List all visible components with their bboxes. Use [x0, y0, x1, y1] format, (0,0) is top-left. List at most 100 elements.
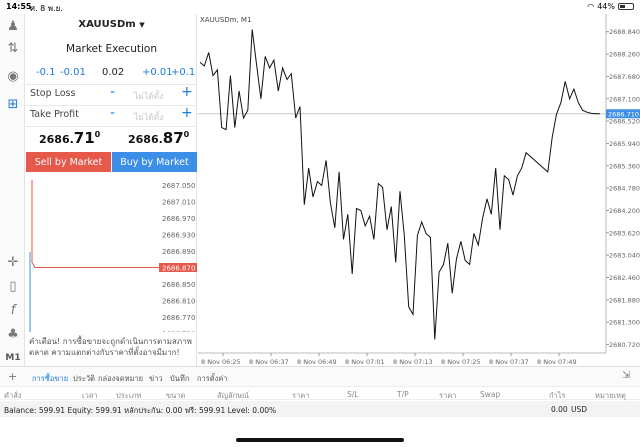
depth-tick-label: 2686.810 — [162, 298, 195, 306]
status-bar: 14:55 ศ. 8 พ.ย. ◠ 44% — [0, 0, 640, 14]
y-tick-label: 2683.040 — [609, 252, 640, 260]
x-tick-label: 8 Nov 07:37 — [489, 358, 529, 366]
balance-row: Balance: 599.91 Equity: 599.91 หลักประกั… — [0, 401, 640, 417]
y-tick-label: 2684.780 — [609, 185, 640, 193]
ask-price-point: 0 — [183, 130, 190, 139]
volume-minus-0.1-button[interactable]: -0.1 — [36, 67, 56, 78]
y-tick-label: 2681.300 — [609, 319, 640, 327]
sell-by-market-button[interactable]: Sell by Market — [26, 152, 111, 172]
y-tick-label: 2684.200 — [609, 207, 640, 215]
status-right: ◠ 44% — [587, 2, 634, 11]
column-tp: T/P — [397, 390, 409, 399]
trade-table-header: คำสั่ง เวลา ประเภท ขนาด สัญลักษณ์ ราคา S… — [0, 386, 640, 400]
volume-minus-0.01-button[interactable]: -0.01 — [60, 67, 86, 78]
chart-title: XAUUSDm, M1 — [200, 16, 251, 24]
bid-price-pips: 71 — [73, 129, 95, 147]
volume-value[interactable]: 0.02 — [102, 67, 124, 78]
left-toolbar: ♟ ⇅ ◉ ⊞ ✛ ▯ f ♣ M1 — [0, 14, 25, 366]
trade-arrows-icon[interactable]: ⇅ — [3, 38, 23, 58]
execution-type[interactable]: Market Execution — [26, 43, 197, 55]
bid-price: 2686.710 — [39, 129, 100, 147]
home-indicator[interactable] — [236, 438, 404, 442]
currency: USD — [571, 405, 588, 414]
take-profit-minus-button[interactable]: - — [110, 105, 115, 121]
symbol-selector[interactable]: XAUUSDm ▼ — [26, 19, 197, 30]
column-swap: Swap — [480, 390, 501, 399]
ask-price-pips: 87 — [162, 129, 184, 147]
battery-level — [620, 5, 626, 8]
chart-canvas[interactable]: XAUUSDm, M1 2688.840 2688.260 2687.680 2687.… — [198, 14, 640, 366]
stop-loss-minus-button[interactable]: - — [110, 84, 115, 100]
y-tick-label: 2687.680 — [609, 73, 640, 81]
tab-journal[interactable]: บันทึก — [170, 373, 189, 385]
bottom-tab-bar: + การซื้อขาย ประวัติ กล่องจดหมาย ข่าว บั… — [0, 366, 640, 386]
timeframe-button[interactable]: M1 — [3, 348, 23, 368]
battery-percent: 44% — [597, 2, 615, 11]
tick-chart: 2687.050 2687.010 2686.970 2686.930 2686.890… — [29, 180, 197, 333]
stop-loss-input[interactable]: ไม่ได้ตั้ง — [134, 89, 163, 103]
depth-tick-label: 2686.850 — [162, 281, 195, 289]
crosshair-icon[interactable]: ✛ — [3, 252, 23, 272]
chevron-down-icon: ▼ — [139, 21, 145, 29]
buy-by-market-button[interactable]: Buy by Market — [112, 152, 197, 172]
tab-mailbox[interactable]: กล่องจดหมาย — [98, 373, 143, 385]
indicators-icon[interactable]: f — [3, 300, 23, 320]
y-tick-label: 2688.260 — [609, 51, 640, 59]
take-profit-input[interactable]: ไม่ได้ตั้ง — [134, 110, 163, 124]
x-tick-label: 8 Nov 07:49 — [537, 358, 577, 366]
ask-line — [31, 180, 159, 268]
depth-tick-label: 2686.890 — [162, 248, 195, 256]
y-tick-label: 2685.360 — [609, 162, 640, 170]
depth-tick-label: 2686.770 — [162, 314, 195, 322]
x-tick-label: 8 Nov 06:37 — [249, 358, 289, 366]
objects-icon[interactable]: ♣ — [3, 324, 23, 344]
tab-news[interactable]: ข่าว — [149, 373, 163, 385]
take-profit-label: Take Profit — [30, 109, 79, 120]
stop-loss-label: Stop Loss — [30, 88, 76, 99]
y-tick-label: 2683.620 — [609, 229, 640, 237]
x-tick-label: 8 Nov 07:13 — [393, 358, 433, 366]
column-sl: S/L — [347, 390, 359, 399]
depth-price-tag-label: 2686.870 — [162, 265, 195, 273]
execution-warning: คำเตือน! การซื้อขายจะถูกดำเนินการตามสภาพ… — [29, 337, 192, 357]
volume-plus-0.01-button[interactable]: +0.01 — [142, 67, 173, 78]
chart-type-icon[interactable]: ▯ — [3, 276, 23, 296]
y-tick-label: 2682.460 — [609, 274, 640, 282]
take-profit-plus-button[interactable]: + — [181, 105, 193, 121]
battery-icon — [618, 3, 634, 10]
y-tick-label: 2680.720 — [609, 341, 640, 349]
new-order-icon[interactable]: ⊞ — [3, 94, 23, 114]
depth-tick-label: 2686.730 — [162, 331, 195, 333]
y-tick-label: 2686.520 — [609, 118, 640, 126]
tab-trade[interactable]: การซื้อขาย — [32, 373, 68, 385]
depth-tick-label: 2687.050 — [162, 182, 195, 190]
tab-history[interactable]: ประวัติ — [73, 373, 95, 385]
status-time: 14:55 — [6, 2, 32, 11]
volume-plus-0.1-button[interactable]: +0.1 — [171, 67, 195, 78]
ask-price-main: 2686. — [128, 133, 163, 146]
price-chart[interactable]: XAUUSDm, M1 2688.840 2688.260 2687.680 2687.… — [198, 14, 640, 366]
bid-line — [29, 252, 31, 332]
chat-icon[interactable]: ◉ — [3, 66, 23, 86]
y-tick-label: 2681.880 — [609, 296, 640, 304]
total-profit: 0.00 — [551, 405, 568, 414]
stop-loss-plus-button[interactable]: + — [181, 84, 193, 100]
x-tick-label: 8 Nov 07:01 — [345, 358, 385, 366]
current-price-label: 2686.710 — [608, 110, 639, 118]
y-tick-label: 2688.840 — [609, 28, 640, 36]
x-tick-label: 8 Nov 06:25 — [201, 358, 241, 366]
y-tick-label: 2685.940 — [609, 140, 640, 148]
tab-settings[interactable]: การตั้งค่า — [197, 373, 228, 385]
account-icon[interactable]: ♟ — [3, 16, 23, 36]
price-series-line — [199, 29, 600, 340]
depth-tick-label: 2686.970 — [162, 215, 195, 223]
add-icon[interactable]: + — [8, 370, 17, 383]
balance-summary: Balance: 599.91 Equity: 599.91 หลักประกั… — [4, 406, 277, 415]
depth-tick-label: 2686.930 — [162, 232, 195, 240]
x-tick-label: 8 Nov 06:49 — [297, 358, 337, 366]
y-tick-label: 2687.100 — [609, 95, 640, 103]
x-tick-label: 8 Nov 07:25 — [441, 358, 481, 366]
ask-price: 2686.870 — [128, 129, 189, 147]
expand-icon[interactable]: ⇲ — [622, 370, 630, 381]
divider — [26, 126, 197, 127]
